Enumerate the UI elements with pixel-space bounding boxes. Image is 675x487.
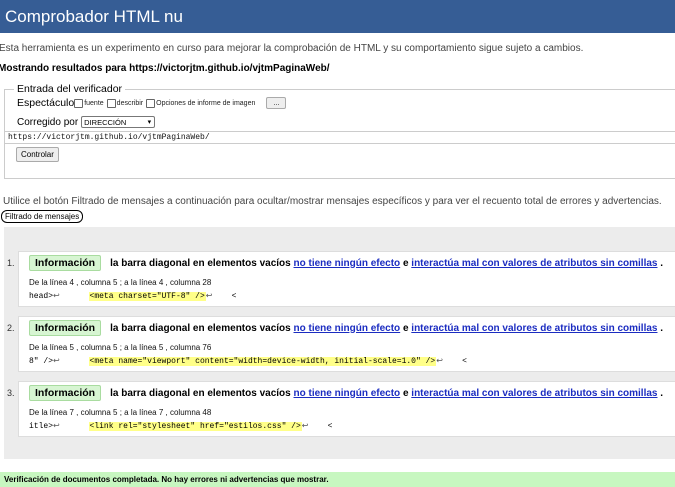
code-extract: head> ↩ <meta charset="UTF-8" /> ↩ < [29,291,236,301]
extract-after: < [327,421,333,431]
list-item: 1. Información la barra diagonal en elem… [7,251,675,307]
filter-help-text: Utilice el botón Filtrado de mensajes a … [3,196,662,207]
extract-before: itle> [29,421,54,431]
url-input[interactable]: https://victorjtm.github.io/vjtmPaginaWe… [4,131,675,144]
message-location: De la línea 5 , columna 5 ; a la línea 5… [29,343,212,352]
message-location: De la línea 4 , columna 5 ; a la línea 4… [29,278,212,287]
unquoted-attributes-link[interactable]: interactúa mal con valores de atributos … [411,388,657,399]
no-effect-link[interactable]: no tiene ningún efecto [294,388,401,399]
more-options-button[interactable]: ... [266,97,287,109]
extract-before: head> [29,291,54,301]
app-header: Comprobador HTML nu [0,0,675,33]
info-badge: Información [29,320,102,336]
image-report-checkbox[interactable] [146,98,156,108]
return-arrow-icon: ↩ [205,292,213,301]
image-report-option-label: Opciones de informe de imagen [156,99,256,107]
message-period: . [660,322,664,334]
completion-status: Verificación de documentos completada. N… [0,472,675,487]
message-period: . [660,387,664,399]
message-location: De la línea 7 , columna 5 ; a la línea 7… [29,408,212,417]
message-conjunction: e [402,387,409,399]
info-badge: Información [29,255,102,271]
extract-after: < [231,291,237,301]
return-arrow-icon: ↩ [436,357,443,366]
chevron-down-icon: ▾ [147,119,152,126]
intro-text: Esta herramienta es un experimento en cu… [0,43,584,54]
list-item: 2. Información la barra diagonal en elem… [7,316,675,372]
message-conjunction: e [402,322,409,334]
outline-option-label: describir [116,99,144,107]
source-checkbox[interactable] [74,98,84,108]
extract-highlight: <meta name="viewport" content="width=dev… [88,356,437,366]
extract-after: < [462,356,467,366]
info-badge: Información [29,385,102,401]
return-arrow-icon: ↩ [53,357,60,366]
input-mode-select[interactable]: DIRECCIÓN ▾ [81,116,156,128]
extract-highlight: <meta charset="UTF-8" /> [88,291,206,301]
message-conjunction: e [402,257,409,269]
message-filter-button[interactable]: Filtrado de mensajes [1,210,84,223]
page-title: Comprobador HTML nu [5,6,183,26]
unquoted-attributes-link[interactable]: interactúa mal con valores de atributos … [411,323,657,334]
list-item: 3. Información la barra diagonal en elem… [7,381,675,437]
corrected-by-row: Corregido por DIRECCIÓN ▾ [17,116,675,128]
message-number: 3. [7,388,15,398]
message-number: 1. [7,258,15,268]
message-text: la barra diagonal en elementos vacíos [110,257,291,269]
extract-highlight: <link rel="stylesheet" href="estilos.css… [88,421,302,431]
checker-legend: Entrada del verificador [17,83,123,95]
corrected-by-label: Corregido por [17,116,79,128]
return-arrow-icon: ↩ [53,422,60,431]
unquoted-attributes-link[interactable]: interactúa mal con valores de atributos … [411,258,657,269]
code-extract: 8" /> ↩ <meta name="viewport" content="wi… [29,356,467,366]
message-text: la barra diagonal en elementos vacíos [110,387,291,399]
no-effect-link[interactable]: no tiene ningún efecto [294,258,401,269]
message-period: . [660,257,664,269]
message-text: la barra diagonal en elementos vacíos [110,322,291,334]
show-label: Espectáculo [17,97,75,109]
checker-input-fieldset: Entrada del verificador Espectáculo fuen… [4,83,675,179]
check-button[interactable]: Controlar [16,147,59,162]
source-option-label: fuente [84,99,104,107]
no-effect-link[interactable]: no tiene ningún efecto [294,323,401,334]
extract-before: 8" /> [29,356,54,366]
show-options-row: Espectáculo fuente describir Opciones de… [17,97,675,109]
return-arrow-icon: ↩ [53,292,60,301]
code-extract: itle> ↩ <link rel="stylesheet" href="esti… [29,421,332,431]
outline-checkbox[interactable] [106,98,116,108]
message-number: 2. [7,323,15,333]
input-mode-select-value: DIRECCIÓN [84,117,127,127]
results-list: 1. Información la barra diagonal en elem… [4,227,675,459]
return-arrow-icon: ↩ [301,422,309,431]
showing-results-text: Mostrando resultados para https://victor… [0,63,330,74]
